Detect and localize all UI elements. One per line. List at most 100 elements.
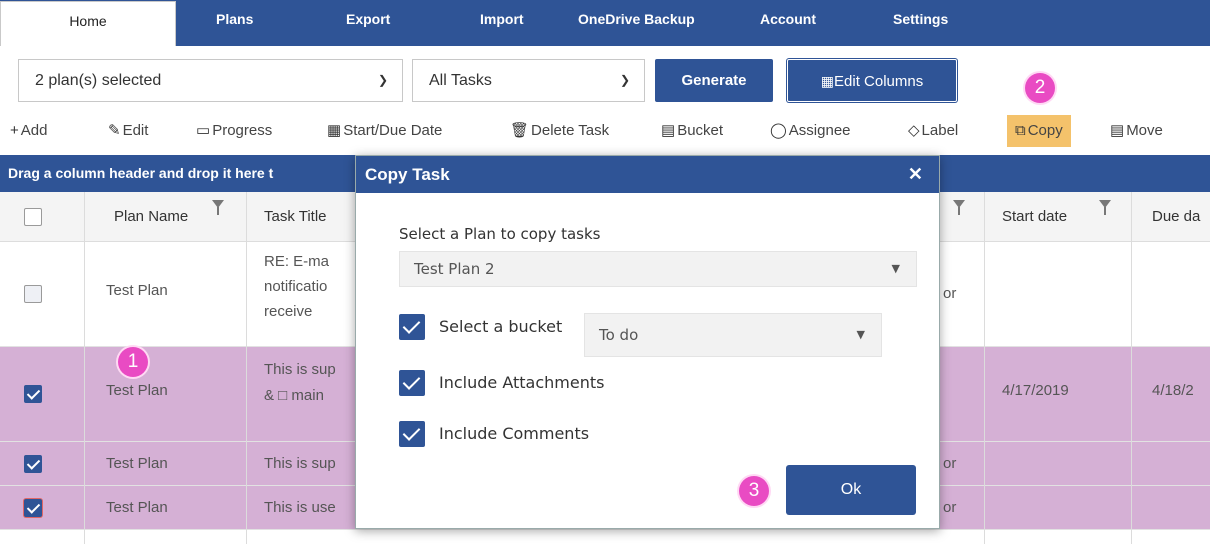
callout-badge-1: 1	[118, 347, 148, 377]
plan-prompt-label: Select a Plan to copy tasks	[399, 225, 601, 243]
plan-select[interactable]: 2 plan(s) selected ❯	[18, 59, 403, 102]
column-due-date[interactable]: Due da	[1152, 192, 1200, 242]
include-comments-checkbox[interactable]	[399, 421, 425, 447]
tab-import[interactable]: Import	[480, 0, 524, 46]
calendar-icon: ▦	[327, 122, 342, 139]
start-date-cell: 4/17/2019	[1002, 382, 1069, 399]
tab-account[interactable]: Account	[760, 0, 816, 46]
plus-icon: +	[10, 122, 19, 139]
row-checkbox[interactable]	[24, 499, 42, 517]
filter-icon[interactable]	[212, 200, 224, 215]
row-checkbox[interactable]	[24, 455, 42, 473]
column-start-date[interactable]: Start date	[1002, 192, 1067, 242]
select-all-checkbox[interactable]	[24, 208, 42, 226]
task-title-line: notificatio	[264, 278, 328, 295]
copy-label: Copy	[1027, 122, 1063, 139]
select-bucket-label: Select a bucket	[439, 317, 563, 336]
move-button[interactable]: ▤ Move	[1110, 115, 1163, 147]
edit-button[interactable]: ✎ Edit	[108, 115, 148, 147]
copy-task-dialog: Copy Task ✕ Select a Plan to copy tasks …	[355, 155, 940, 529]
generate-button[interactable]: Generate	[655, 59, 773, 102]
task-title-line: RE: E-ma	[264, 253, 330, 270]
edit-label: Edit	[122, 122, 149, 139]
progress-label: Progress	[212, 122, 273, 139]
caret-down-icon: ▼	[891, 262, 900, 275]
bucket-value: To do	[599, 326, 639, 344]
delete-task-button[interactable]: 🗑 Delete Task	[510, 115, 609, 147]
add-label: Add	[20, 122, 48, 139]
plan-name-cell: Test Plan	[106, 282, 168, 299]
callout-badge-2: 2	[1025, 73, 1055, 103]
plan-name-cell: Test Plan	[106, 382, 168, 399]
chevron-down-icon: ❯	[377, 73, 388, 87]
close-icon[interactable]: ✕	[908, 156, 923, 193]
delete-label: Delete Task	[531, 122, 610, 139]
tab-onedrive-backup[interactable]: OneDrive Backup	[578, 0, 695, 46]
task-title-line: This is use	[264, 499, 336, 516]
callout-badge-3: 3	[739, 476, 769, 506]
tab-home[interactable]: Home	[0, 1, 176, 46]
column-divider	[1131, 192, 1132, 544]
assignee-label: Assignee	[788, 122, 851, 139]
filter-icon[interactable]	[1099, 200, 1111, 215]
edit-columns-label: Edit Columns	[834, 73, 924, 90]
caret-down-icon: ▼	[856, 328, 865, 341]
trash-icon: 🗑	[510, 122, 530, 139]
progress-button[interactable]: ▭ Progress	[196, 115, 272, 147]
column-divider	[246, 192, 247, 544]
plan-select-value: 2 plan(s) selected	[35, 72, 162, 89]
task-filter-value: All Tasks	[429, 72, 492, 89]
tab-export[interactable]: Export	[346, 0, 390, 46]
copy-button[interactable]: ⧉ Copy	[1007, 115, 1071, 147]
bucket-icon: ▤	[661, 122, 676, 139]
assignee-cell: or	[943, 285, 957, 302]
assignee-button[interactable]: ◯ Assignee	[770, 115, 851, 147]
chevron-down-icon: ❯	[619, 73, 630, 87]
ok-button[interactable]: Ok	[786, 465, 916, 515]
column-task-title[interactable]: Task Title	[264, 192, 327, 242]
start-due-date-button[interactable]: ▦ Start/Due Date	[327, 115, 442, 147]
dialog-header: Copy Task ✕	[356, 156, 939, 193]
assignee-cell: or	[943, 455, 957, 472]
filter-icon[interactable]	[953, 200, 965, 215]
target-plan-select[interactable]: Test Plan 2 ▼	[399, 251, 917, 287]
task-title-line: receive	[264, 303, 313, 320]
target-plan-value: Test Plan 2	[414, 260, 495, 278]
edit-icon: ✎	[108, 122, 121, 139]
select-bucket-checkbox[interactable]	[399, 314, 425, 340]
include-comments-label: Include Comments	[439, 424, 590, 443]
bucket-button[interactable]: ▤ Bucket	[661, 115, 723, 147]
column-divider	[984, 192, 985, 544]
dialog-title: Copy Task	[365, 165, 450, 184]
people-icon: ◯	[770, 122, 787, 139]
include-attachments-checkbox[interactable]	[399, 370, 425, 396]
column-plan-name[interactable]: Plan Name	[114, 192, 188, 242]
edit-columns-button[interactable]: ▦Edit Columns	[787, 59, 957, 102]
bucket-select[interactable]: To do ▼	[584, 313, 882, 357]
task-title-line: This is sup	[264, 455, 336, 472]
due-date-cell: 4/18/2	[1152, 382, 1194, 399]
label-label: Label	[921, 122, 959, 139]
copy-icon: ⧉	[1015, 122, 1026, 139]
row-checkbox[interactable]	[24, 285, 42, 303]
add-button[interactable]: + Add	[10, 115, 47, 147]
tab-settings[interactable]: Settings	[893, 0, 948, 46]
bucket-label: Bucket	[677, 122, 724, 139]
task-title-line: & □ main	[264, 387, 324, 404]
column-divider	[84, 192, 85, 544]
progress-icon: ▭	[196, 122, 211, 139]
row-checkbox[interactable]	[24, 385, 42, 403]
columns-icon: ▦	[820, 73, 835, 89]
tag-icon: ◇	[908, 122, 920, 139]
top-nav: Home Plans Export Import OneDrive Backup…	[0, 0, 1210, 46]
plan-name-cell: Test Plan	[106, 499, 168, 516]
label-button[interactable]: ◇ Label	[908, 115, 958, 147]
plan-name-cell: Test Plan	[106, 455, 168, 472]
task-filter-select[interactable]: All Tasks ❯	[412, 59, 645, 102]
assignee-cell: or	[943, 499, 957, 516]
tab-plans[interactable]: Plans	[216, 0, 253, 46]
move-label: Move	[1126, 122, 1163, 139]
move-icon: ▤	[1110, 122, 1125, 139]
include-attachments-label: Include Attachments	[439, 373, 605, 392]
task-title-line: This is sup	[264, 361, 336, 378]
